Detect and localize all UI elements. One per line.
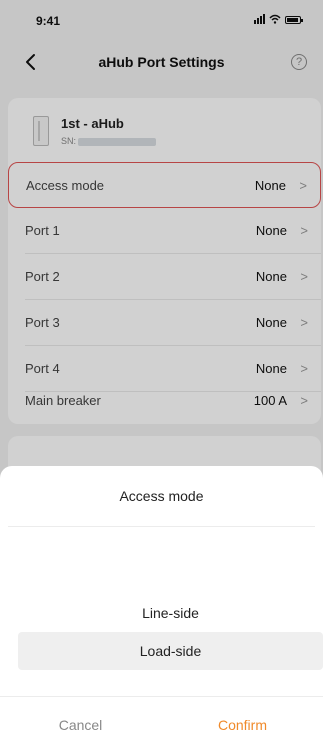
confirm-button[interactable]: Confirm [162, 696, 323, 756]
option-load-side[interactable]: Load-side [18, 632, 323, 670]
divider [8, 526, 315, 527]
option-line-side[interactable]: Line-side [18, 594, 323, 632]
picker-title: Access mode [119, 488, 204, 504]
access-mode-picker-sheet: Access mode Line-side Load-side Cancel C… [0, 466, 323, 756]
cancel-button[interactable]: Cancel [0, 696, 161, 756]
